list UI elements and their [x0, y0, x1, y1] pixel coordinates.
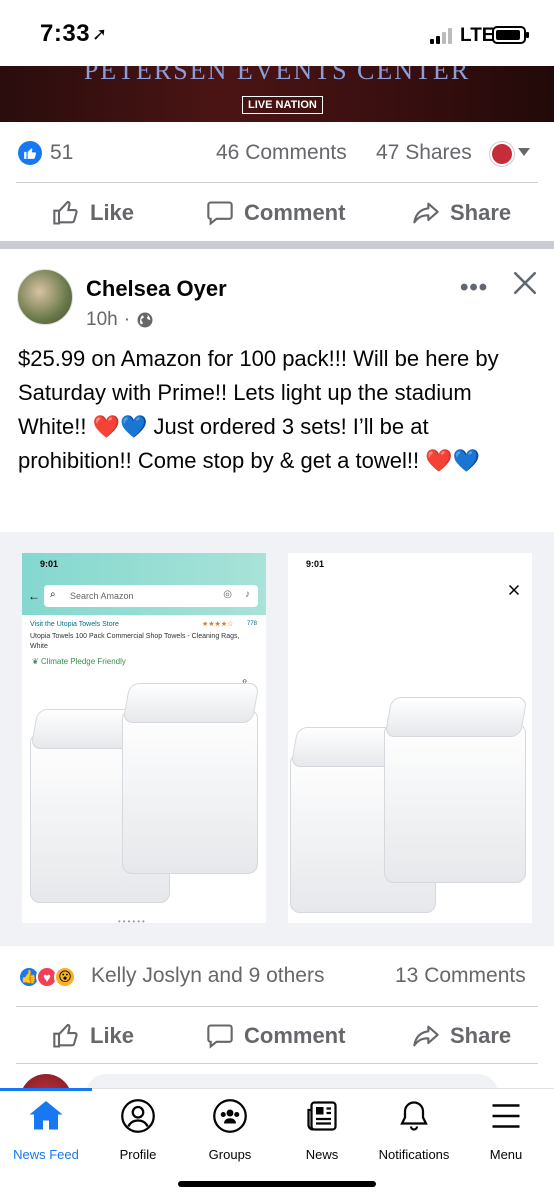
divider: [16, 1063, 538, 1064]
carousel-dots: ••••••: [118, 917, 147, 923]
photo-status-time: 9:01: [306, 559, 325, 569]
status-time: 7:33: [40, 20, 91, 47]
like-label: Like: [90, 1023, 135, 1048]
bell-icon: [400, 1101, 428, 1131]
comment-icon: [207, 201, 233, 226]
amazon-store-link[interactable]: Visit the Utopia Towels Store: [30, 621, 119, 628]
divider: [16, 182, 538, 183]
comment-label: Comment: [244, 200, 346, 225]
prev-like-count: 51: [50, 141, 74, 164]
prev-like-button[interactable]: Like: [52, 199, 134, 227]
feed-separator: [0, 241, 554, 249]
share-label: Share: [450, 200, 512, 225]
search-icon: ⌕: [50, 589, 56, 600]
prev-comments-count[interactable]: 46 Comments: [216, 141, 347, 165]
reaction-icons[interactable]: 👍 ♥ 😮: [18, 966, 76, 988]
camera-icon[interactable]: ◎: [223, 589, 232, 600]
meta-separator: ·: [123, 309, 131, 330]
menu-icon: [492, 1104, 520, 1128]
prev-shares-count[interactable]: 47 Shares: [376, 141, 472, 165]
product-photo-screenshot[interactable]: 9:01: [288, 553, 532, 923]
battery-icon: [492, 26, 529, 44]
tab-profile[interactable]: Profile: [92, 1098, 184, 1162]
tab-label: Profile: [119, 1147, 157, 1162]
like-label: Like: [90, 200, 135, 225]
share-icon: [413, 202, 439, 224]
amazon-search-placeholder: Search Amazon: [70, 591, 134, 601]
thumbs-up-icon: [53, 1023, 78, 1048]
rating-stars-icon: ★★★★☆: [202, 621, 234, 628]
tab-news-feed[interactable]: News Feed: [0, 1098, 92, 1162]
amazon-product-title: Utopia Towels 100 Pack Commercial Shop T…: [30, 633, 240, 650]
like-reaction-icon: [18, 141, 42, 165]
post-meta: 10h ·: [86, 309, 154, 331]
like-button[interactable]: Like: [52, 1022, 134, 1050]
tab-label: News Feed: [13, 1147, 79, 1162]
tab-label: Groups: [208, 1147, 252, 1162]
share-icon: [413, 1025, 439, 1047]
amazon-search-field[interactable]: ⌕ Search Amazon ◎ ♪: [44, 585, 258, 607]
tab-label: Menu: [489, 1147, 523, 1162]
chevron-down-icon[interactable]: [518, 148, 530, 156]
share-button[interactable]: Share: [412, 1022, 511, 1050]
tab-label: News: [305, 1147, 339, 1162]
climate-badge-label: Climate Pledge Friendly: [40, 657, 126, 666]
author-name[interactable]: Chelsea Oyer: [86, 276, 227, 302]
news-icon: [307, 1101, 337, 1131]
banner-venue-text: PETERSEN EVENTS CENTER: [83, 66, 471, 85]
tab-groups[interactable]: Groups: [184, 1098, 276, 1162]
mic-icon[interactable]: ♪: [245, 589, 250, 600]
network-label: LTE: [460, 25, 495, 46]
divider: [16, 1006, 538, 1007]
close-icon[interactable]: [512, 270, 538, 301]
active-tab-indicator: [0, 1088, 92, 1091]
location-arrow-icon: ➚: [92, 24, 108, 44]
close-icon[interactable]: [508, 583, 520, 601]
wow-reaction-icon: 😮: [54, 966, 76, 988]
groups-icon: [213, 1099, 247, 1133]
more-options-icon[interactable]: •••: [460, 274, 488, 302]
reactions-text[interactable]: Kelly Joslyn and 9 others: [91, 964, 324, 988]
tab-menu[interactable]: Menu: [460, 1098, 552, 1162]
leaf-icon: ❦: [32, 657, 39, 666]
comments-count[interactable]: 13 Comments: [395, 964, 526, 988]
amazon-screenshot[interactable]: 9:01 ← ⌕ Search Amazon ◎ ♪ Visit the Uto…: [22, 553, 266, 923]
globe-icon: [137, 312, 153, 328]
share-label: Share: [450, 1023, 512, 1048]
page-avatar-icon[interactable]: [490, 142, 514, 166]
post-time[interactable]: 10h: [86, 309, 118, 331]
amazon-status-time: 9:01: [40, 559, 59, 569]
live-nation-badge: LIVE NATION: [242, 96, 323, 114]
home-icon: [29, 1101, 63, 1130]
tab-notifications[interactable]: Notifications: [368, 1098, 460, 1162]
previous-post-image[interactable]: PETERSEN EVENTS CENTER LIVE NATION: [0, 66, 554, 122]
comment-label: Comment: [244, 1023, 346, 1048]
climate-pledge-badge: ❦ Climate Pledge Friendly: [32, 657, 126, 666]
tab-label: Notifications: [378, 1147, 450, 1162]
home-indicator[interactable]: [178, 1181, 376, 1187]
signal-icon: [430, 28, 454, 44]
profile-icon: [121, 1099, 155, 1133]
tab-news[interactable]: News: [276, 1098, 368, 1162]
thumbs-up-icon: [53, 200, 78, 225]
back-arrow-icon[interactable]: ←: [28, 589, 40, 603]
amazon-rating-count: 778: [247, 621, 258, 627]
post-text: $25.99 on Amazon for 100 pack!!! Will be…: [18, 346, 499, 473]
author-avatar[interactable]: [17, 269, 73, 325]
towel-stack-right: [380, 693, 530, 883]
comment-icon: [207, 1024, 233, 1049]
prev-comment-button[interactable]: Comment: [206, 199, 345, 227]
comment-button[interactable]: Comment: [206, 1022, 345, 1050]
prev-reaction-summary[interactable]: 51: [18, 141, 73, 165]
prev-share-button[interactable]: Share: [412, 199, 511, 227]
towel-stack-right: [118, 679, 263, 879]
